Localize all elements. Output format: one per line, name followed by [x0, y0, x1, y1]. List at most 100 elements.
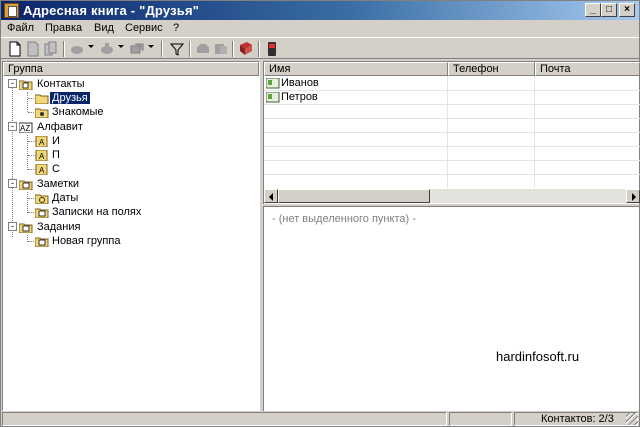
minimize-button[interactable]: _: [585, 3, 601, 17]
column-header-email[interactable]: Почта: [535, 62, 640, 76]
forward-icon[interactable]: [99, 41, 115, 57]
group-tree-pane[interactable]: Группа - Контакты Друзья Знакомые - AZ А…: [2, 61, 260, 411]
toolbar-separator: [63, 41, 65, 57]
prev-icon[interactable]: [69, 41, 85, 57]
contact-detail-pane: - (нет выделенного пункта) -: [263, 206, 639, 411]
group-dropdown-icon[interactable]: [148, 45, 154, 48]
note-folder-icon: [35, 208, 49, 218]
expander-tasks[interactable]: -: [8, 222, 17, 231]
forward-dropdown-icon[interactable]: [118, 45, 124, 48]
toolbar-separator: [232, 41, 234, 57]
address-book-window: Адресная книга - "Друзья" _ □ × Файл Пра…: [0, 0, 640, 427]
toolbar-separator: [189, 41, 191, 57]
tree-item-alphabet[interactable]: Алфавит: [35, 121, 85, 135]
calendar-folder-icon: [35, 194, 49, 204]
tree-item-letter-s[interactable]: С: [50, 163, 62, 177]
expander-notes[interactable]: -: [8, 179, 17, 188]
resize-grip[interactable]: [626, 413, 638, 425]
tree-item-label: И: [52, 135, 60, 147]
maximize-button[interactable]: □: [601, 3, 617, 17]
prev-dropdown-icon[interactable]: [88, 45, 94, 48]
tree-item-letter-i[interactable]: И: [50, 135, 62, 149]
scroll-left-button[interactable]: [264, 189, 278, 203]
tree-item-friends[interactable]: Друзья: [49, 91, 91, 106]
contact-name[interactable]: Петров: [281, 91, 318, 104]
menu-edit[interactable]: Правка: [45, 22, 82, 34]
copy-icon[interactable]: [43, 41, 59, 57]
print-icon[interactable]: [195, 41, 211, 57]
tree-item-label: Задания: [37, 221, 81, 233]
grid-line: [264, 104, 640, 105]
tree-connector: [27, 192, 28, 213]
scroll-thumb[interactable]: [278, 189, 430, 203]
filter-icon[interactable]: [169, 41, 185, 57]
watermark-text: hardinfosoft.ru: [496, 349, 580, 364]
menu-file[interactable]: Файл: [7, 22, 34, 34]
expander-contacts[interactable]: -: [8, 79, 17, 88]
tree-item-label: С: [52, 163, 60, 175]
grid-line: [264, 90, 640, 91]
menu-view[interactable]: Вид: [94, 22, 114, 34]
folder-icon: [35, 237, 49, 247]
print-preview-icon[interactable]: [213, 41, 229, 57]
tree-connector: [12, 88, 13, 237]
tree-item-label: Заметки: [37, 178, 80, 190]
close-button[interactable]: ×: [619, 3, 635, 17]
save-icon[interactable]: [25, 41, 41, 57]
contacts-list[interactable]: Имя Телефон Почта Иванов Петров: [263, 61, 640, 204]
grid-line: [264, 160, 640, 161]
tree-item-new-group[interactable]: Новая группа: [50, 235, 122, 249]
folder-open-icon: [19, 80, 33, 90]
group-icon[interactable]: [129, 41, 145, 57]
menu-bar: Файл Правка Вид Сервис ?: [1, 20, 639, 37]
grid-line: [264, 174, 640, 175]
phone-icon[interactable]: [264, 41, 280, 57]
contact-name[interactable]: Иванов: [281, 77, 319, 90]
horizontal-scrollbar[interactable]: [264, 189, 640, 203]
tree-item-margin-notes[interactable]: Записки на полях: [50, 206, 143, 220]
scroll-right-button[interactable]: [626, 189, 640, 203]
tree-item-label: П: [52, 149, 60, 161]
menu-help[interactable]: ?: [173, 22, 179, 34]
address-book-icon[interactable]: [238, 41, 254, 57]
tree-item-label: Даты: [52, 192, 79, 204]
group-column-header[interactable]: Группа: [3, 62, 259, 76]
tree-item-dates[interactable]: Даты: [50, 192, 80, 206]
svg-text:AZ: AZ: [20, 124, 30, 133]
status-bar: Контактов: 2/3: [1, 411, 639, 426]
column-header-phone[interactable]: Телефон: [448, 62, 535, 76]
toolbar: [1, 37, 639, 59]
contact-card-icon: [266, 92, 280, 103]
letter-folder-icon: A: [35, 150, 48, 161]
status-panel-middle: [449, 412, 512, 426]
no-selection-text: - (нет выделенного пункта) -: [272, 213, 416, 225]
tree-item-label: Записки на полях: [52, 206, 142, 218]
arrow-left-icon: [269, 193, 273, 201]
folder-icon: [35, 94, 49, 104]
menu-tools[interactable]: Сервис: [125, 22, 163, 34]
tasks-folder-icon: [19, 223, 33, 233]
tree-item-letter-p[interactable]: П: [50, 149, 62, 163]
grid-line: [264, 132, 640, 133]
svg-text:A: A: [39, 138, 45, 147]
status-panel-main: [2, 412, 447, 426]
title-bar[interactable]: Адресная книга - "Друзья" _ □ ×: [1, 1, 639, 20]
tree-item-label: Новая группа: [52, 235, 121, 247]
grid-line: [264, 146, 640, 147]
tree-item-notes[interactable]: Заметки: [35, 178, 81, 192]
grid-line: [264, 118, 640, 119]
tree-item-label: Алфавит: [37, 121, 83, 133]
notes-folder-icon: [19, 180, 33, 190]
alphabet-icon: AZ: [19, 122, 33, 133]
toolbar-separator: [258, 41, 260, 57]
svg-text:A: A: [39, 152, 45, 161]
expander-alphabet[interactable]: -: [8, 122, 17, 131]
tree-item-contacts[interactable]: Контакты: [35, 78, 87, 92]
tree-item-label: Знакомые: [52, 106, 104, 118]
new-document-icon[interactable]: [7, 41, 23, 57]
letter-folder-icon: A: [35, 136, 48, 147]
tree-item-acquaintances[interactable]: Знакомые: [50, 106, 105, 120]
column-header-name[interactable]: Имя: [264, 62, 448, 76]
tree-item-tasks[interactable]: Задания: [35, 221, 82, 235]
address-book-app-icon[interactable]: [4, 3, 19, 18]
